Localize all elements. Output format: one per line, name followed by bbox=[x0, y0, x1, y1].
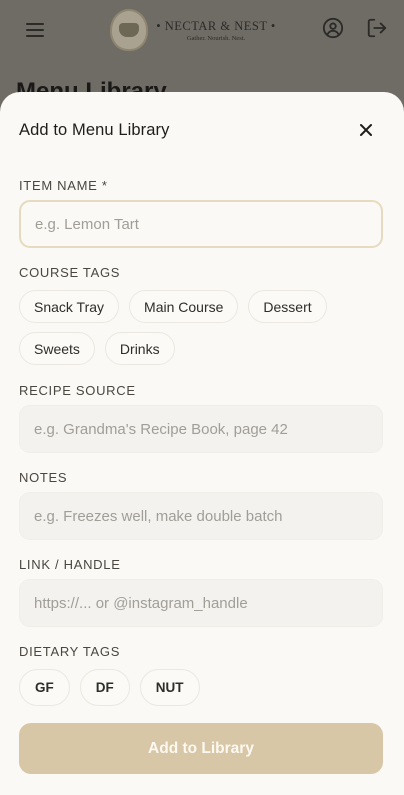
notes-input[interactable] bbox=[19, 492, 383, 540]
course-tag-chip[interactable]: Sweets bbox=[19, 332, 95, 365]
dietary-tag-chip[interactable]: NUT bbox=[139, 669, 200, 706]
item-name-label: ITEM NAME * bbox=[19, 178, 108, 193]
user-circle-icon[interactable] bbox=[322, 17, 344, 44]
dietary-tags-label: DIETARY TAGS bbox=[19, 644, 121, 659]
dietary-tag-chip[interactable]: GF bbox=[19, 669, 70, 706]
course-tag-chip[interactable]: Snack Tray bbox=[19, 290, 120, 323]
brand-tagline: Gather. Nourish. Nest. bbox=[186, 34, 246, 42]
course-tags-row-1: Snack Tray Main Course Dessert bbox=[19, 290, 327, 323]
course-tags-label: COURSE TAGS bbox=[19, 265, 121, 280]
close-button[interactable] bbox=[354, 118, 378, 142]
brand-logo bbox=[110, 9, 149, 51]
link-handle-label: LINK / HANDLE bbox=[19, 557, 121, 572]
dietary-tag-chip[interactable]: DF bbox=[79, 669, 130, 706]
logout-icon[interactable] bbox=[366, 17, 388, 44]
item-name-input[interactable] bbox=[19, 200, 383, 248]
link-handle-input[interactable] bbox=[19, 579, 383, 627]
course-tag-chip[interactable]: Main Course bbox=[129, 290, 239, 323]
hamburger-menu-icon[interactable] bbox=[26, 23, 44, 37]
add-to-library-sheet: Add to Menu Library ITEM NAME * COURSE T… bbox=[0, 92, 404, 795]
brand-logo-group: • NECTAR & NEST • Gather. Nourish. Nest. bbox=[110, 9, 276, 51]
sheet-title: Add to Menu Library bbox=[19, 121, 170, 139]
recipe-source-input[interactable] bbox=[19, 405, 383, 453]
close-icon bbox=[360, 124, 372, 136]
dietary-tags-row: GF DF NUT bbox=[19, 669, 200, 706]
course-tags-row-2: Sweets Drinks bbox=[19, 332, 175, 365]
course-tag-chip[interactable]: Drinks bbox=[104, 332, 175, 365]
notes-label: NOTES bbox=[19, 470, 68, 485]
app-header: • NECTAR & NEST • Gather. Nourish. Nest. bbox=[0, 0, 404, 60]
add-to-library-button[interactable]: Add to Library bbox=[19, 723, 383, 774]
recipe-source-label: RECIPE SOURCE bbox=[19, 383, 136, 398]
course-tag-chip[interactable]: Dessert bbox=[248, 290, 327, 323]
brand-name: • NECTAR & NEST • bbox=[156, 18, 276, 33]
